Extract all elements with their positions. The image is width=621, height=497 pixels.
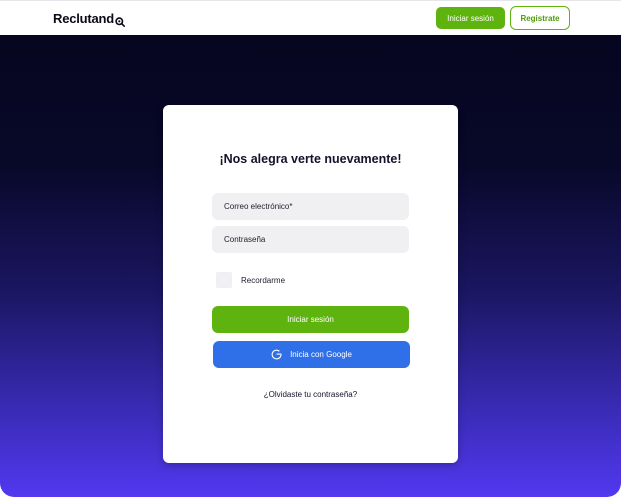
header-login-button[interactable]: Iniciar sesión: [436, 7, 505, 29]
email-field[interactable]: [212, 193, 409, 220]
remember-me-checkbox[interactable]: [216, 272, 232, 288]
magnifier-icon: [115, 15, 126, 27]
login-card: ¡Nos alegra verte nuevamente! Recordarme…: [163, 105, 458, 463]
google-login-button[interactable]: Inicia con Google: [213, 341, 410, 368]
logo[interactable]: Reclutand: [53, 11, 126, 27]
password-field[interactable]: [212, 226, 409, 253]
google-g-icon: [271, 349, 282, 360]
logo-text: Reclutand: [53, 11, 115, 26]
login-title: ¡Nos alegra verte nuevamente!: [219, 152, 402, 166]
header-register-button[interactable]: Registrate: [510, 6, 570, 30]
login-submit-button[interactable]: Iniciar sesión: [212, 306, 409, 333]
remember-me-label: Recordarme: [241, 275, 286, 285]
remember-me-row: Recordarme: [216, 272, 285, 288]
forgot-password-link[interactable]: ¿Olvidaste tu contraseña?: [163, 390, 458, 399]
top-nav: Reclutand Iniciar sesión Registrate: [0, 0, 621, 35]
google-login-label: Inicia con Google: [290, 350, 352, 359]
page-frame: Reclutand Iniciar sesión Registrate ¡Nos…: [0, 0, 621, 497]
